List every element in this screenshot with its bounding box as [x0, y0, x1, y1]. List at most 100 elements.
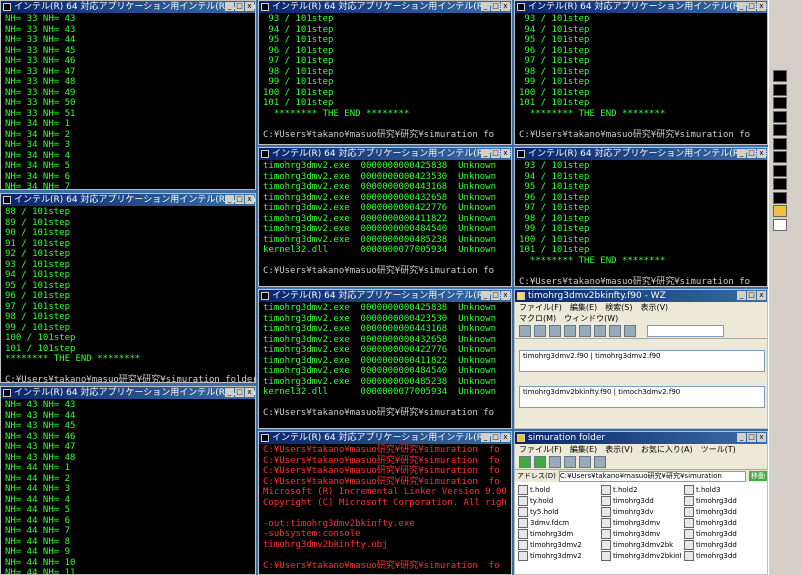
cmd-icon[interactable] [773, 124, 787, 136]
maximize-button[interactable]: □ [747, 291, 756, 300]
maximize-button[interactable]: □ [235, 388, 244, 397]
maximize-button[interactable]: □ [491, 291, 500, 300]
cmd-icon[interactable] [773, 178, 787, 190]
minimize-button[interactable]: _ [481, 433, 490, 442]
maximize-button[interactable]: □ [491, 149, 500, 158]
minimize-button[interactable]: _ [737, 149, 746, 158]
console-window-8[interactable]: インテル(R) 64 対応アプリケーション用インテル(R) Visual F _… [514, 0, 768, 145]
close-button[interactable]: x [501, 433, 510, 442]
title-bar[interactable]: インテル(R) 64 対応アプリケーション用インテル(R) Visual F _… [1, 387, 255, 399]
title-bar[interactable]: simuration folder _ □ x [515, 432, 767, 444]
search-icon[interactable] [564, 456, 576, 468]
file-item[interactable]: timohrg3dd [684, 496, 764, 506]
back-icon[interactable] [519, 456, 531, 468]
menu-view[interactable]: 表示(V) [605, 445, 633, 454]
file-item[interactable]: timohrg3dd [684, 551, 764, 561]
console-window-4[interactable]: インテル(R) 64 対応アプリケーション用インテル(R) Visual F _… [258, 0, 512, 145]
menu-window[interactable]: ウィンドウ(W) [564, 314, 618, 323]
close-button[interactable]: x [245, 195, 254, 204]
go-button[interactable]: 移動 [749, 471, 767, 481]
console-window-7[interactable]: インテル(R) 64 対応アプリケーション用インテル(R) Visual F _… [258, 431, 512, 575]
close-button[interactable]: x [501, 2, 510, 11]
console-window-2[interactable]: インテル(R) 64 対応アプリケーション用インテル(R) Visual F _… [0, 193, 256, 383]
maximize-button[interactable]: □ [747, 433, 756, 442]
file-item[interactable]: timohrg3dmv2 [518, 540, 598, 550]
cmd-icon[interactable] [773, 97, 787, 109]
address-input[interactable]: C:¥Users¥takano¥masuo研究¥研究¥simuration [558, 470, 746, 482]
title-bar[interactable]: インテル(R) 64 対応アプリケーション用インテル(R) Visual F _… [259, 1, 511, 13]
undo-icon[interactable] [609, 325, 621, 337]
menu-edit[interactable]: 編集(E) [570, 303, 597, 312]
explorer-window[interactable]: simuration folder _ □ x ファイル(F) 編集(E) 表示(V) お… [514, 431, 768, 575]
minimize-button[interactable]: _ [481, 291, 490, 300]
close-button[interactable]: x [501, 291, 510, 300]
file-item[interactable]: timohrg3dm [518, 529, 598, 539]
file-item[interactable]: t.hold2 [601, 485, 681, 495]
minimize-button[interactable]: _ [737, 433, 746, 442]
file-item[interactable]: timohrg3dmv2bkinfty [601, 551, 681, 561]
folder-icon[interactable] [773, 205, 787, 217]
title-bar[interactable]: インテル(R) 64 対応アプリケーション用インテル(R) Visual F _… [259, 148, 511, 160]
close-button[interactable]: x [757, 149, 766, 158]
close-button[interactable]: x [757, 433, 766, 442]
menu-file[interactable]: ファイル(F) [519, 445, 562, 454]
toolbar-dropdown[interactable] [647, 325, 724, 337]
title-bar[interactable]: インテル(R) 64 対応アプリケーション用インテル(R) Visual F _… [1, 194, 255, 206]
console-window-1[interactable]: インテル(R) 64 対応アプリケーション用インテル(R) Visual F _… [0, 0, 256, 190]
menu-search[interactable]: 検索(S) [605, 303, 632, 312]
menu-file[interactable]: ファイル(F) [519, 303, 562, 312]
close-button[interactable]: x [757, 291, 766, 300]
file-item[interactable]: ty.hold [518, 496, 598, 506]
file-item[interactable]: 3dmv.fdcm [518, 518, 598, 528]
file-item[interactable]: timohrg3dd [684, 540, 764, 550]
minimize-button[interactable]: _ [737, 2, 746, 11]
cmd-icon[interactable] [773, 151, 787, 163]
title-bar[interactable]: インテル(R) 64 対応アプリケーション用インテル(R) Visual F _… [515, 1, 767, 13]
file-item[interactable]: timohrg3dv [601, 507, 681, 517]
maximize-button[interactable]: □ [747, 2, 756, 11]
console-window-3[interactable]: インテル(R) 64 対応アプリケーション用インテル(R) Visual F _… [0, 386, 256, 575]
title-bar[interactable]: インテル(R) 64 対応アプリケーション用インテル(R) Visual F _… [259, 432, 511, 444]
minimize-button[interactable]: _ [481, 149, 490, 158]
save-icon[interactable] [549, 325, 561, 337]
views-icon[interactable] [594, 456, 606, 468]
cmd-icon[interactable] [773, 70, 787, 82]
menu-view[interactable]: 表示(V) [640, 303, 668, 312]
maximize-button[interactable]: □ [235, 2, 244, 11]
file-item[interactable]: t.hold [518, 485, 598, 495]
title-bar[interactable]: インテル(R) 64 対応アプリケーション用インテル(R) Visual F _… [515, 148, 767, 160]
cmd-icon[interactable] [773, 137, 787, 150]
folders-icon[interactable] [579, 456, 591, 468]
file-item[interactable]: timohrg3dmv [601, 529, 681, 539]
menu-macro[interactable]: マクロ(M) [519, 314, 556, 323]
console-window-5[interactable]: インテル(R) 64 対応アプリケーション用インテル(R) Visual F _… [258, 147, 512, 287]
close-button[interactable]: x [245, 388, 254, 397]
file-item[interactable]: timohrg3dmv [601, 518, 681, 528]
close-button[interactable]: x [501, 149, 510, 158]
minimize-button[interactable]: _ [225, 2, 234, 11]
file-item[interactable]: t.hold3 [684, 485, 764, 495]
close-button[interactable]: x [245, 2, 254, 11]
speaker-icon[interactable] [773, 18, 787, 30]
editor-icon[interactable] [773, 218, 787, 231]
maximize-button[interactable]: □ [491, 433, 500, 442]
maximize-button[interactable]: □ [491, 2, 500, 11]
title-bar[interactable]: インテル(R) 64 対応アプリケーション用インテル(R) Visual F _… [1, 1, 255, 13]
editor-tab-box-1[interactable]: timohrg3dmv2.f90 | timohrg3dmv2.f90 [519, 350, 765, 372]
title-bar[interactable]: timohrg3dmv2bkinfty.f90 - WZ _ □ x [515, 290, 767, 302]
open-icon[interactable] [534, 325, 546, 337]
file-item[interactable]: timohrg3dmv2 [518, 551, 598, 561]
file-item[interactable]: timohrg3dd [684, 529, 764, 539]
title-bar[interactable]: インテル(R) 64 対応アプリケーション用インテル(R) Visual F _… [259, 290, 511, 302]
minimize-button[interactable]: _ [481, 2, 490, 11]
forward-icon[interactable] [534, 456, 546, 468]
minimize-button[interactable]: _ [737, 291, 746, 300]
maximize-button[interactable]: □ [235, 195, 244, 204]
console-window-6[interactable]: インテル(R) 64 対応アプリケーション用インテル(R) Visual F _… [258, 289, 512, 429]
new-icon[interactable] [519, 325, 531, 337]
find-icon[interactable] [624, 325, 636, 337]
ie-icon[interactable] [773, 4, 787, 16]
cmd-icon[interactable] [773, 164, 787, 177]
maximize-button[interactable]: □ [747, 149, 756, 158]
file-item[interactable]: ty5.hold [518, 507, 598, 517]
